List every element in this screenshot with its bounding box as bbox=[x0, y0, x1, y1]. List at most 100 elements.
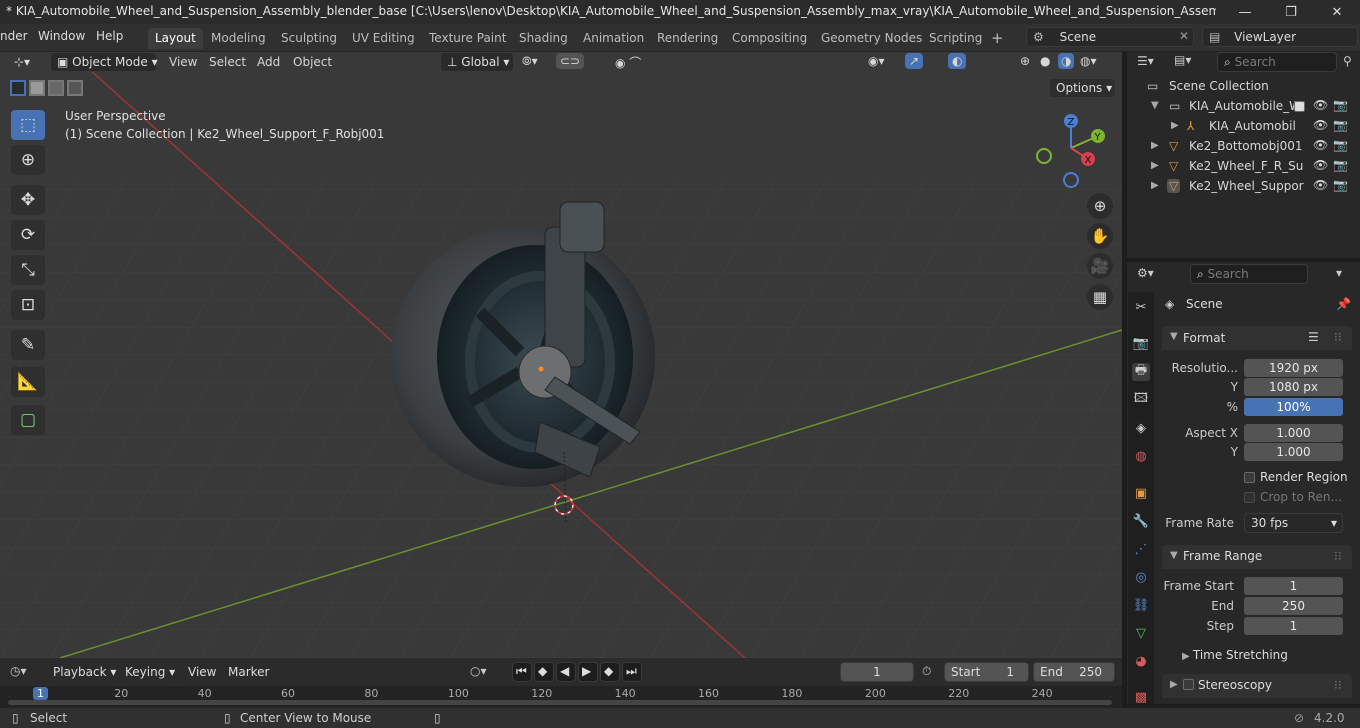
select-subtract-icon[interactable] bbox=[48, 80, 64, 96]
rotate-tool[interactable]: ⟳ bbox=[11, 220, 45, 250]
timeline-marker-menu[interactable]: Marker bbox=[228, 665, 269, 679]
output-tab-icon[interactable]: 🖶 bbox=[1132, 363, 1150, 381]
expand-down-icon[interactable]: ▼ bbox=[1151, 100, 1159, 111]
viewlayer-selector[interactable]: ▤ ViewLayer bbox=[1202, 27, 1358, 47]
drag-handle-icon[interactable]: ⁝⁝ bbox=[1334, 678, 1342, 692]
menu-add[interactable]: Add bbox=[257, 55, 280, 69]
prev-keyframe-icon[interactable]: ◆ bbox=[534, 662, 554, 682]
camera-render-icon[interactable]: 📷 bbox=[1333, 118, 1348, 132]
outliner-search-input[interactable]: ⌕ Search bbox=[1217, 52, 1337, 72]
drag-handle-icon[interactable]: ⁝⁝ bbox=[1334, 549, 1342, 563]
orientation-dropdown[interactable]: ⊥ Global ▾ bbox=[440, 52, 514, 72]
frame-rate-dropdown[interactable]: 30 fps ▾ bbox=[1244, 513, 1343, 533]
texture-tab-icon[interactable]: ▩ bbox=[1132, 688, 1150, 706]
next-keyframe-icon[interactable]: ◆ bbox=[600, 662, 620, 682]
editor-type-icon[interactable]: ⊹▾ bbox=[14, 55, 40, 71]
object-tab-icon[interactable]: ▣ bbox=[1132, 484, 1150, 502]
move-tool[interactable]: ✥ bbox=[11, 185, 45, 215]
pivot-icon[interactable]: ⦾▾ bbox=[522, 54, 538, 69]
tab-scripting[interactable]: Scripting bbox=[922, 28, 989, 49]
tab-animation[interactable]: Animation bbox=[576, 28, 651, 49]
keying-menu[interactable]: Keying ▾ bbox=[118, 662, 178, 682]
proportional-edit-icon[interactable]: ◉ ⌒ bbox=[615, 54, 641, 71]
tab-rendering[interactable]: Rendering bbox=[650, 28, 725, 49]
presets-list-icon[interactable]: ☰ bbox=[1308, 330, 1319, 344]
exclude-checkbox[interactable] bbox=[1294, 101, 1305, 112]
scene-tab-icon[interactable]: ◈ bbox=[1132, 419, 1150, 437]
end-frame-field[interactable]: End 250 bbox=[1033, 662, 1115, 682]
outliner-filter-mode-icon[interactable]: ▤▾ bbox=[1174, 53, 1191, 67]
outliner-row-scene-collection[interactable]: ▭ Scene Collection bbox=[1127, 77, 1360, 97]
tab-modeling[interactable]: Modeling bbox=[204, 28, 273, 49]
minimize-button[interactable]: — bbox=[1222, 0, 1268, 24]
stopwatch-icon[interactable]: ⏱ bbox=[922, 664, 931, 679]
menu-object[interactable]: Object bbox=[293, 55, 332, 69]
expand-right-icon[interactable]: ▶ bbox=[1151, 180, 1159, 191]
shading-rendered-icon[interactable]: ◍▾ bbox=[1080, 54, 1097, 68]
select-new-icon[interactable] bbox=[10, 80, 26, 96]
physics-tab-icon[interactable]: ◎ bbox=[1132, 568, 1150, 586]
visibility-icon[interactable]: ◉▾ bbox=[868, 54, 885, 68]
aspect-y-field[interactable]: 1.000 bbox=[1244, 443, 1343, 461]
eye-icon[interactable]: 👁 bbox=[1313, 98, 1328, 112]
filter-icon[interactable]: ⚲ bbox=[1343, 54, 1352, 68]
time-stretching-subpanel[interactable]: ▶ Time Stretching bbox=[1182, 648, 1288, 662]
timeline-editor-icon[interactable]: ◷▾ bbox=[10, 664, 27, 678]
camera-render-icon[interactable]: 📷 bbox=[1333, 178, 1348, 192]
render-tab-icon[interactable]: 📷 bbox=[1132, 334, 1150, 352]
measure-tool[interactable]: 📐 bbox=[11, 367, 45, 397]
select-invert-icon[interactable] bbox=[67, 80, 83, 96]
menu-view[interactable]: View bbox=[169, 55, 197, 69]
tab-sculpting[interactable]: Sculpting bbox=[274, 28, 344, 49]
3d-viewport[interactable] bbox=[0, 52, 1122, 658]
resolution-percent-slider[interactable]: 100% bbox=[1244, 398, 1343, 416]
eye-icon[interactable]: 👁 bbox=[1313, 118, 1328, 132]
render-region-checkbox[interactable] bbox=[1244, 472, 1255, 483]
start-frame-field[interactable]: Start 1 bbox=[944, 662, 1029, 682]
menu-window[interactable]: Window bbox=[38, 29, 85, 43]
frame-range-panel-header[interactable]: ▼ Frame Range ⁝⁝ bbox=[1162, 545, 1352, 569]
menu-render[interactable]: nder bbox=[0, 29, 28, 43]
chevron-down-icon[interactable]: ▾ bbox=[1336, 266, 1342, 280]
timeline-ruler[interactable]: 1 20 40 60 80 100 120 140 160 180 200 220 240 bbox=[0, 686, 1122, 708]
select-extend-icon[interactable] bbox=[29, 80, 45, 96]
tool-tab-icon[interactable]: ✂ bbox=[1132, 298, 1150, 316]
eye-icon[interactable]: 👁 bbox=[1313, 138, 1328, 152]
jump-end-icon[interactable]: ⏭ bbox=[622, 662, 642, 682]
crop-checkbox[interactable] bbox=[1244, 492, 1255, 503]
outliner-editor-icon[interactable]: ☰▾ bbox=[1137, 54, 1154, 68]
tab-geometry-nodes[interactable]: Geometry Nodes bbox=[814, 28, 929, 49]
camera-icon[interactable]: 🎥 bbox=[1087, 253, 1113, 279]
current-frame-field[interactable]: 1 bbox=[840, 662, 914, 682]
select-box-tool[interactable]: ⬚ bbox=[11, 110, 45, 140]
timeline-view-menu[interactable]: View bbox=[188, 665, 216, 679]
shading-solid-icon[interactable]: ● bbox=[1040, 54, 1050, 68]
tab-shading[interactable]: Shading bbox=[512, 28, 575, 49]
drag-handle-icon[interactable]: ⁝⁝ bbox=[1334, 330, 1342, 344]
eye-icon[interactable]: 👁 bbox=[1313, 158, 1328, 172]
resolution-x-field[interactable]: 1920 px bbox=[1244, 359, 1343, 377]
tab-layout[interactable]: Layout bbox=[148, 28, 203, 49]
grid-ortho-icon[interactable]: ▦ bbox=[1087, 284, 1113, 310]
overlay-toggle-icon[interactable]: ◐ bbox=[948, 53, 967, 69]
add-cube-tool[interactable]: ▢ bbox=[11, 405, 45, 435]
play-icon[interactable]: ▶ bbox=[578, 662, 598, 682]
tab-texture-paint[interactable]: Texture Paint bbox=[422, 28, 513, 49]
transform-tool[interactable]: ⊡ bbox=[11, 290, 45, 320]
expand-right-icon[interactable]: ▶ bbox=[1151, 160, 1159, 171]
gizmo-neg-y[interactable] bbox=[1036, 148, 1052, 164]
shading-wireframe-icon[interactable]: ⊕ bbox=[1020, 54, 1030, 68]
zoom-icon[interactable]: ⊕ bbox=[1087, 193, 1113, 219]
menu-select[interactable]: Select bbox=[209, 55, 246, 69]
resolution-y-field[interactable]: 1080 px bbox=[1244, 378, 1343, 396]
shading-material-icon[interactable]: ◑ bbox=[1058, 53, 1075, 69]
navigation-gizmo[interactable]: Z Y X bbox=[1030, 110, 1110, 192]
object-mode-dropdown[interactable]: ▣ Object Mode ▾ bbox=[50, 52, 158, 72]
aspect-x-field[interactable]: 1.000 bbox=[1244, 424, 1343, 442]
scene-selector[interactable]: ⚙ Scene ✕ bbox=[1026, 27, 1194, 47]
view-layer-tab-icon[interactable]: 🖾 bbox=[1132, 391, 1150, 409]
timeline-scrollbar[interactable] bbox=[8, 700, 1112, 705]
keyframe-record-icon[interactable]: ○▾ bbox=[470, 664, 487, 678]
maximize-button[interactable]: ❐ bbox=[1268, 0, 1314, 24]
scale-tool[interactable]: ⤡ bbox=[11, 255, 45, 285]
